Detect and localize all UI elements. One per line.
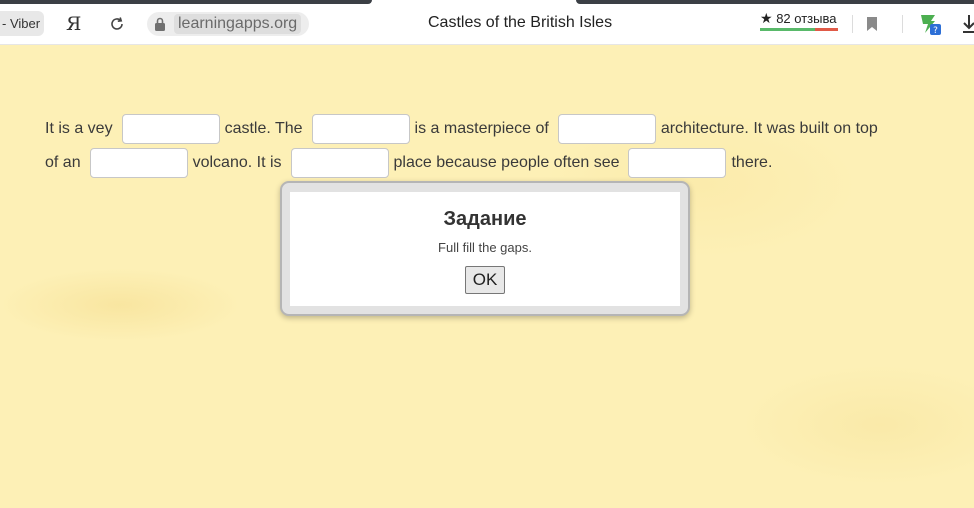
yandex-icon[interactable]: Я	[66, 13, 81, 35]
text-segment: place because people often see	[393, 154, 620, 171]
lock-icon	[155, 17, 165, 31]
bookmark-icon[interactable]	[866, 16, 878, 32]
sentence-line-1: It is a vey castle. The is a masterpiece…	[45, 114, 887, 144]
gap-input-5[interactable]	[290, 148, 389, 178]
svg-text:?: ?	[933, 26, 938, 36]
text-segment: castle. The	[224, 120, 303, 137]
browser-toolbar: - Viber Я learningapps.org Castles of th…	[0, 0, 974, 45]
gap-input-4[interactable]	[89, 148, 188, 178]
text-segment: It is a vey	[45, 120, 113, 137]
reviews-count: 82 отзыва	[776, 11, 837, 26]
text-segment: there.	[731, 154, 773, 171]
rating-bar-positive	[760, 28, 815, 31]
toolbar-divider	[852, 15, 853, 33]
text-segment: volcano. It is	[192, 154, 282, 171]
extension-icon[interactable]: ?	[918, 12, 942, 36]
text-segment: architecture. It was built on top	[660, 120, 878, 137]
rating-bar	[760, 28, 838, 31]
tab-strip-right	[576, 0, 974, 4]
tab-strip-left	[0, 0, 372, 4]
dialog-title: Задание	[443, 208, 527, 230]
tab-viber[interactable]: - Viber	[0, 11, 44, 36]
gap-input-2[interactable]	[311, 114, 410, 144]
task-dialog: Задание Full fill the gaps. OK	[280, 181, 690, 316]
address-bar[interactable]: learningapps.org	[147, 12, 310, 36]
sentence-line-2: of an volcano. It is place because peopl…	[45, 148, 781, 178]
toolbar-divider	[902, 15, 903, 33]
gap-input-1[interactable]	[121, 114, 220, 144]
star-icon: ★	[760, 10, 773, 26]
page-title: Castles of the British Isles	[428, 14, 613, 31]
reload-icon[interactable]	[108, 15, 126, 33]
tab-strip	[0, 0, 974, 4]
rating-text: ★ 82 отзыва	[760, 10, 838, 27]
dialog-message: Full fill the gaps.	[438, 240, 532, 255]
ok-button[interactable]: OK	[465, 266, 505, 294]
gap-input-3[interactable]	[557, 114, 656, 144]
text-segment: is a masterpiece of	[414, 120, 549, 137]
text-segment: of an	[45, 154, 81, 171]
rating-badge[interactable]: ★ 82 отзыва	[760, 10, 838, 32]
download-icon[interactable]	[962, 14, 974, 34]
task-dialog-content: Задание Full fill the gaps. OK	[290, 192, 680, 306]
gap-input-6[interactable]	[628, 148, 727, 178]
url-text[interactable]: learningapps.org	[174, 14, 302, 34]
